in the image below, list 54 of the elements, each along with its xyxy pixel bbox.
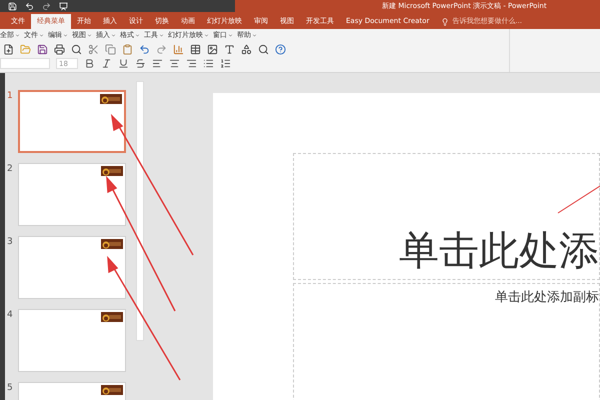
subtitle-text: 单击此处添加副标 [495, 289, 599, 307]
scrollbar[interactable] [136, 81, 144, 341]
annotation-line [558, 186, 600, 214]
caret-icon [252, 33, 257, 38]
bold-icon[interactable] [84, 58, 95, 68]
title-text: 单击此处添 [399, 227, 599, 276]
font-name-field[interactable] [0, 58, 50, 68]
zoom-icon[interactable] [258, 44, 269, 54]
caret-icon [228, 33, 233, 38]
slide-thumbnail[interactable] [18, 163, 126, 226]
printer-icon[interactable] [54, 44, 65, 54]
slide-thumbnail[interactable] [18, 236, 126, 299]
redo-icon[interactable] [42, 2, 51, 10]
caret-icon [63, 33, 68, 38]
slide-thumbnail[interactable] [18, 90, 126, 153]
slide-number: 3 [7, 236, 14, 249]
help-icon[interactable] [275, 44, 286, 54]
image-icon[interactable] [207, 44, 218, 54]
caret-icon [15, 33, 20, 38]
caret-icon [87, 33, 92, 38]
bullet-list-icon[interactable] [203, 58, 214, 68]
shapes-icon[interactable] [241, 44, 252, 54]
new-file-icon[interactable] [3, 44, 14, 54]
caret-icon [39, 33, 44, 38]
slide-number: 1 [7, 90, 14, 103]
caret-icon [204, 33, 209, 38]
align-center-icon[interactable] [169, 58, 180, 68]
lightbulb-icon [441, 18, 450, 26]
undo-icon[interactable] [25, 2, 34, 10]
search-icon[interactable] [71, 44, 82, 54]
text-box-icon[interactable] [224, 44, 235, 54]
title-placeholder[interactable]: 单击此处添 [293, 153, 600, 280]
align-right-icon[interactable] [186, 58, 197, 68]
undo-icon[interactable] [139, 44, 150, 54]
slide-number: 4 [7, 309, 14, 322]
chart-icon[interactable] [173, 44, 184, 54]
slide-number: 2 [7, 163, 14, 176]
copy-icon[interactable] [105, 44, 116, 54]
presentation-icon[interactable] [59, 2, 68, 10]
caret-icon [135, 33, 140, 38]
scissors-icon[interactable] [88, 44, 99, 54]
italic-icon[interactable] [101, 58, 112, 68]
slide-thumbnail[interactable] [18, 309, 126, 372]
table-icon[interactable] [190, 44, 201, 54]
save-icon[interactable] [37, 44, 48, 54]
align-left-icon[interactable] [152, 58, 163, 68]
caret-icon [111, 33, 116, 38]
clipboard-icon[interactable] [122, 44, 133, 54]
numbered-list-icon[interactable] [220, 58, 231, 68]
strikethrough-icon[interactable] [135, 58, 146, 68]
underline-icon[interactable] [118, 58, 129, 68]
slide-number: 5 [7, 382, 14, 395]
subtitle-placeholder[interactable]: 单击此处添加副标 [293, 283, 600, 400]
caret-icon [159, 33, 164, 38]
